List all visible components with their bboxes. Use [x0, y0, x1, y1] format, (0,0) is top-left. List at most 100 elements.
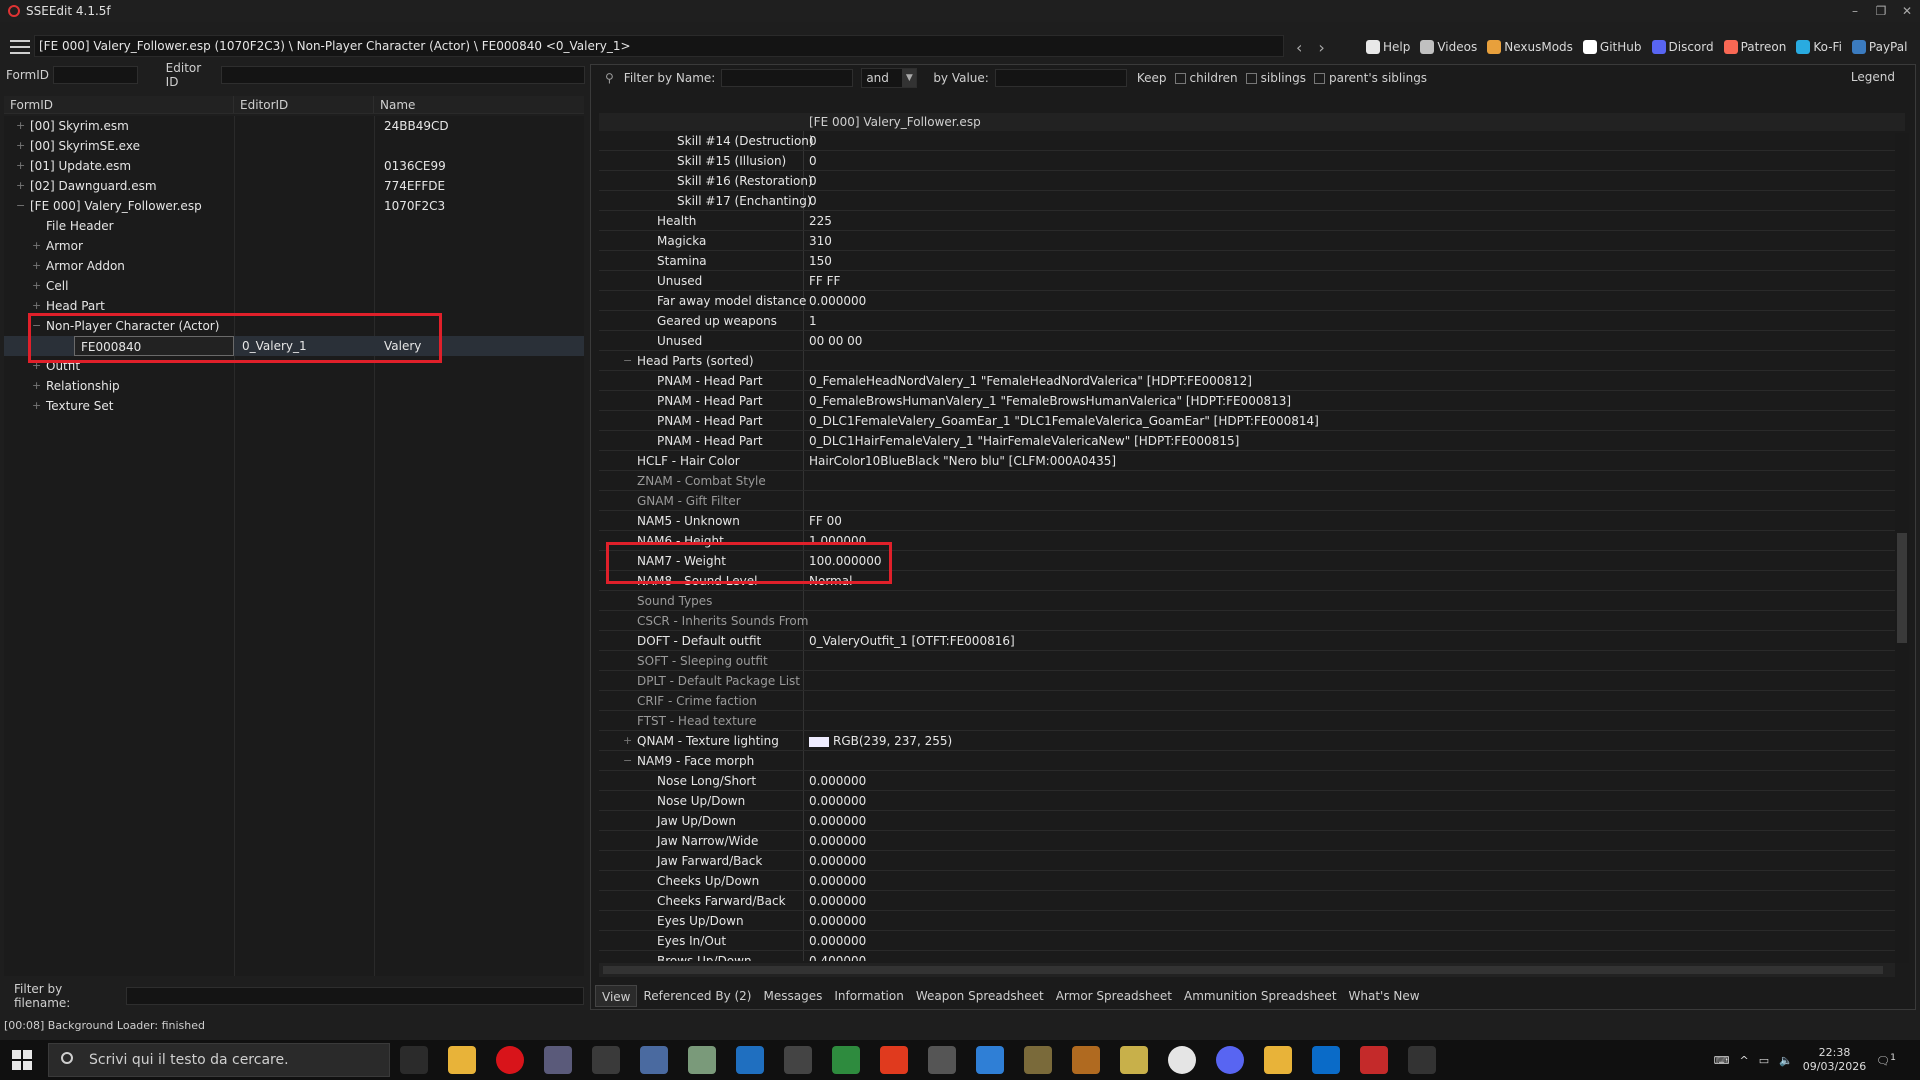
record-field-row[interactable]: HCLF - Hair Color HairColor10BlueBlack "N… — [599, 451, 1895, 471]
tab-referenced-by-2[interactable]: Referenced By (2) — [637, 985, 757, 1007]
tree-row[interactable]: File Header — [4, 216, 584, 236]
children-checkbox[interactable] — [1174, 72, 1186, 84]
app-icon-5[interactable] — [736, 1046, 764, 1074]
keyboard-icon[interactable]: ⌨ — [1714, 1054, 1730, 1067]
app-icon-14[interactable] — [1312, 1046, 1340, 1074]
paypal-link[interactable]: PayPal — [1851, 40, 1907, 54]
editorid-input[interactable] — [220, 66, 585, 84]
field-value[interactable]: 0.400000 — [809, 951, 866, 961]
field-value[interactable]: 0.000000 — [809, 811, 866, 831]
field-value[interactable]: FF 00 — [809, 511, 842, 531]
tree-row[interactable]: + Cell — [4, 276, 584, 296]
record-field-row[interactable]: NAM6 - Height 1.000000 — [599, 531, 1895, 551]
tree-row[interactable]: − Non-Player Character (Actor) — [4, 316, 584, 336]
record-field-row[interactable]: Nose Long/Short 0.000000 — [599, 771, 1895, 791]
field-value[interactable]: 1 — [809, 311, 817, 331]
record-field-row[interactable]: Far away model distance 0.000000 — [599, 291, 1895, 311]
parents-siblings-checkbox[interactable] — [1314, 72, 1326, 84]
field-value[interactable]: 0_DLC1HairFemaleValery_1 "HairFemaleVale… — [809, 431, 1239, 451]
pin-icon[interactable]: ⚲ — [605, 71, 614, 85]
expand-icon[interactable]: + — [32, 356, 41, 376]
tree-row[interactable]: + [00] Skyrim.esm 24BB49CD — [4, 116, 584, 136]
opera-icon[interactable] — [496, 1046, 524, 1074]
github-link[interactable]: GitHub — [1582, 40, 1642, 54]
app-icon-16[interactable] — [1408, 1046, 1436, 1074]
record-path-field[interactable]: [FE 000] Valery_Follower.esp (1070F2C3) … — [34, 35, 1284, 57]
field-value[interactable]: 150 — [809, 251, 832, 271]
app-icon-12[interactable] — [1120, 1046, 1148, 1074]
record-field-row[interactable]: Cheeks Up/Down 0.000000 — [599, 871, 1895, 891]
record-field-row[interactable]: PNAM - Head Part 0_FemaleHeadNordValery_1… — [599, 371, 1895, 391]
app-icon-8[interactable] — [928, 1046, 956, 1074]
record-field-row[interactable]: ZNAM - Combat Style — [599, 471, 1895, 491]
tree-row[interactable]: + Armor Addon — [4, 256, 584, 276]
field-value[interactable]: 0.000000 — [809, 831, 866, 851]
field-value[interactable]: 225 — [809, 211, 832, 231]
field-value[interactable]: HairColor10BlueBlack "Nero blu" [CLFM:00… — [809, 451, 1116, 471]
tree-row[interactable]: + Texture Set — [4, 396, 584, 416]
record-field-row[interactable]: Skill #14 (Destruction) 0 — [599, 131, 1895, 151]
chrome-icon[interactable] — [1168, 1046, 1196, 1074]
record-field-row[interactable]: Skill #15 (Illusion) 0 — [599, 151, 1895, 171]
minimize-icon[interactable]: – — [1842, 0, 1868, 22]
expand-icon[interactable]: + — [623, 731, 632, 751]
filter-value-input[interactable] — [994, 69, 1127, 87]
field-value[interactable]: 0_ValeryOutfit_1 [OTFT:FE000816] — [809, 631, 1015, 651]
expand-icon[interactable]: + — [16, 116, 25, 136]
tab-ammunition-spreadsheet[interactable]: Ammunition Spreadsheet — [1178, 985, 1343, 1007]
record-field-row[interactable]: Unused FF FF — [599, 271, 1895, 291]
collapse-icon[interactable]: − — [623, 351, 632, 371]
record-field-row[interactable]: SOFT - Sleeping outfit — [599, 651, 1895, 671]
collapse-icon[interactable]: − — [16, 196, 25, 216]
tab-messages[interactable]: Messages — [758, 985, 829, 1007]
field-value[interactable]: 0.000000 — [809, 771, 866, 791]
app-icon-13[interactable] — [1264, 1046, 1292, 1074]
record-field-row[interactable]: − Head Parts (sorted) — [599, 351, 1895, 371]
clock[interactable]: 22:38 09/03/2026 — [1803, 1046, 1866, 1074]
record-field-row[interactable]: Magicka 310 — [599, 231, 1895, 251]
tree-row[interactable]: − [FE 000] Valery_Follower.esp 1070F2C3 — [4, 196, 584, 216]
field-value[interactable]: 0 — [809, 151, 817, 171]
expand-icon[interactable]: + — [32, 276, 41, 296]
record-field-row[interactable]: NAM5 - Unknown FF 00 — [599, 511, 1895, 531]
field-value[interactable]: 0 — [809, 191, 817, 211]
col-editorid[interactable]: EditorID — [234, 96, 374, 113]
tab-what-s-new[interactable]: What's New — [1343, 985, 1426, 1007]
chevron-up-icon[interactable]: ^ — [1739, 1054, 1748, 1067]
discord-link[interactable]: Discord — [1651, 40, 1714, 54]
record-field-row[interactable]: DPLT - Default Package List — [599, 671, 1895, 691]
field-value[interactable]: 0 — [809, 131, 817, 151]
tab-armor-spreadsheet[interactable]: Armor Spreadsheet — [1050, 985, 1178, 1007]
collapse-icon[interactable]: − — [623, 751, 632, 771]
expand-icon[interactable]: + — [32, 296, 41, 316]
collapse-icon[interactable]: − — [32, 316, 41, 336]
record-field-row[interactable]: Health 225 — [599, 211, 1895, 231]
app-icon-10[interactable] — [1024, 1046, 1052, 1074]
expand-icon[interactable]: + — [16, 156, 25, 176]
col-formid[interactable]: FormID — [4, 96, 234, 113]
record-field-row[interactable]: Geared up weapons 1 — [599, 311, 1895, 331]
record-field-row[interactable]: Eyes Up/Down 0.000000 — [599, 911, 1895, 931]
field-value[interactable]: 0.000000 — [809, 891, 866, 911]
record-field-row[interactable]: Jaw Farward/Back 0.000000 — [599, 851, 1895, 871]
restore-icon[interactable]: ❐ — [1868, 0, 1894, 22]
record-field-row[interactable]: FTST - Head texture — [599, 711, 1895, 731]
app-icon-15[interactable] — [1360, 1046, 1388, 1074]
field-value[interactable]: 0.000000 — [809, 791, 866, 811]
record-field-row[interactable]: Stamina 150 — [599, 251, 1895, 271]
app-icon-1[interactable] — [544, 1046, 572, 1074]
field-value[interactable]: 0.000000 — [809, 851, 866, 871]
back-arrow-icon[interactable]: ‹ — [1296, 38, 1302, 57]
sseedit-taskbar-icon[interactable] — [784, 1046, 812, 1074]
app-icon-3[interactable] — [640, 1046, 668, 1074]
expand-icon[interactable]: + — [32, 256, 41, 276]
field-value[interactable]: Normal — [809, 571, 852, 591]
field-value[interactable]: 0_FemaleHeadNordValery_1 "FemaleHeadNord… — [809, 371, 1252, 391]
vertical-scrollbar[interactable] — [1895, 133, 1909, 963]
filter-operator-select[interactable]: and ▼ — [861, 68, 918, 88]
kofi-link[interactable]: Ko-Fi — [1796, 40, 1842, 54]
field-value[interactable]: 100.000000 — [809, 551, 882, 571]
tree-row[interactable]: + [00] SkyrimSE.exe — [4, 136, 584, 156]
record-field-row[interactable]: Jaw Narrow/Wide 0.000000 — [599, 831, 1895, 851]
record-field-row[interactable]: PNAM - Head Part 0_DLC1HairFemaleValery_1… — [599, 431, 1895, 451]
